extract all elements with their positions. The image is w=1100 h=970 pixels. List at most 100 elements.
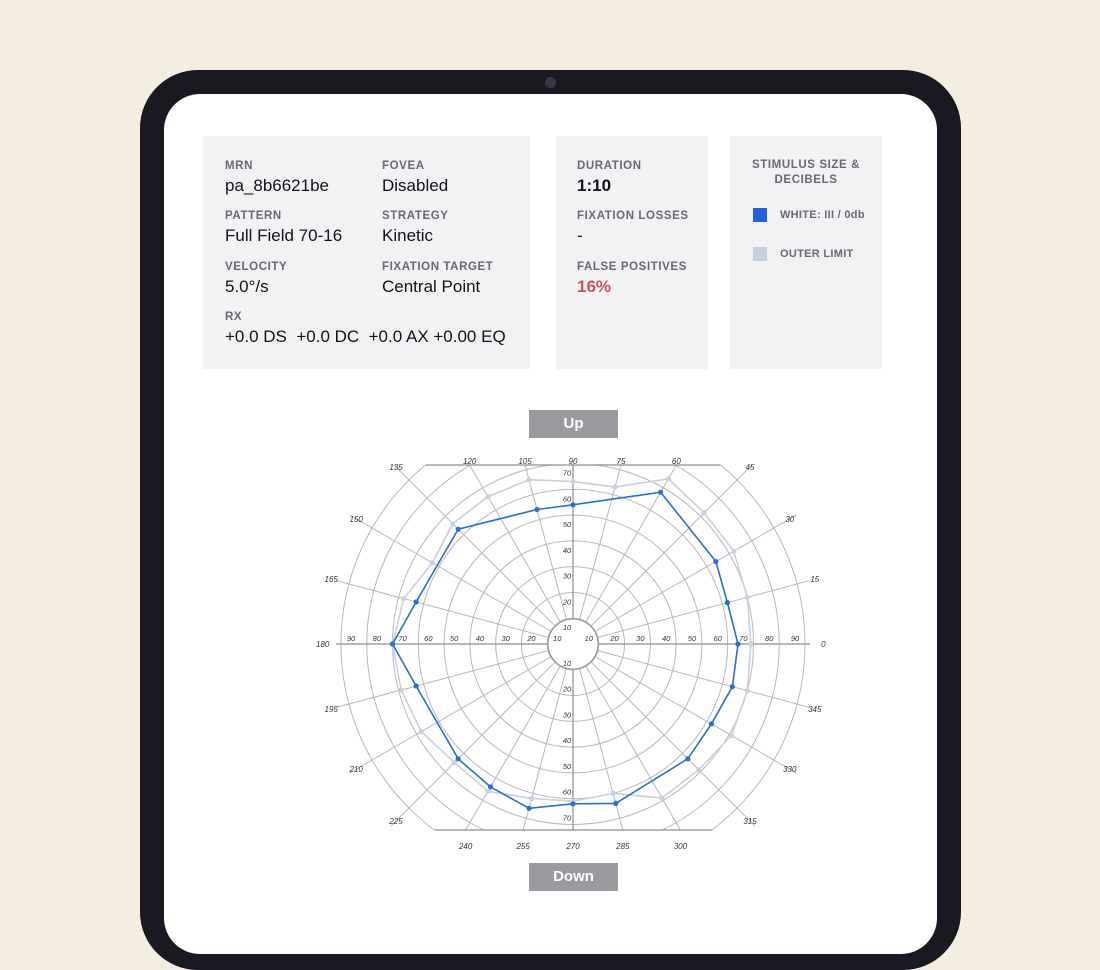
visual-field-polar-chart: 1010 2020 3030 4040 5050 6060 7070 8080 90901010… [316,457,826,851]
angle-label: 195 [325,705,339,714]
radial-tick-label: 80 [373,634,382,643]
angle-label: 105 [518,457,532,466]
radial-tick-label: 10 [553,634,562,643]
angle-label: 60 [672,457,681,466]
grid-spoke [594,514,797,632]
outer-limit-point [728,732,735,739]
white-iii-point [413,599,419,605]
outer-limit-point [612,484,618,490]
outer-limit-point [696,767,702,773]
grid-spoke [469,465,561,623]
radial-tick-label: 20 [526,634,536,643]
angle-label: 210 [349,765,364,774]
grid-spoke [349,514,552,632]
outer-limit-point [450,521,456,527]
white-iii-point [487,784,494,790]
angle-label: 120 [463,457,477,466]
angle-label: 330 [783,765,797,774]
center-circle [547,618,599,670]
radial-tick-label: 70 [563,813,572,822]
angle-label: 240 [458,842,473,851]
white-iii-point [729,684,735,690]
radial-tick-label: 70 [739,634,748,643]
outer-limit-point [744,594,750,600]
angle-label: 285 [615,842,630,851]
outer-limit-point [418,729,424,735]
radial-tick-label: 50 [563,762,572,771]
outer-limit-point [485,788,491,794]
white-iii-point [658,489,664,495]
white-iii-point [534,506,540,513]
radial-tick-label: 40 [563,736,572,745]
radial-tick-label: 20 [562,685,572,694]
radial-tick-label: 20 [562,597,572,606]
grid-spoke [585,665,681,830]
radial-tick-label: 30 [636,634,645,643]
angle-label: 75 [617,457,626,466]
white-iii-point [455,526,461,532]
outer-limit-point [398,687,404,693]
outer-limit-point [429,560,435,566]
tablet-device: MRN pa_8b6621be FOVEA Disabled PATTERN F… [140,70,961,970]
radial-tick-label: 30 [501,634,510,643]
white-iii-point [455,756,461,762]
outer-limit-point [744,688,750,694]
white-iii-point [389,641,396,647]
angle-label: 135 [389,463,403,472]
angle-label: 270 [565,842,580,851]
angle-label: 0 [821,640,826,649]
radial-tick-label: 20 [609,634,619,643]
outer-limit-point [529,795,535,801]
white-iii-point [708,721,715,727]
tablet-screen: MRN pa_8b6621be FOVEA Disabled PATTERN F… [164,94,937,954]
angle-label: 15 [810,575,819,584]
outer-limit-point [526,477,532,483]
angle-label: 225 [388,817,403,826]
outer-limit-point [401,596,407,602]
radial-tick-label: 70 [398,634,407,643]
white-iii-point [685,756,691,762]
white-iii-point [724,600,730,606]
outer-limit-point [485,494,491,500]
angle-label: 45 [746,463,755,472]
white-iii-point [713,558,719,565]
radial-tick-label: 90 [791,634,800,643]
grid-spoke [594,656,797,774]
outer-limit-point [610,790,616,796]
radial-tick-label: 30 [563,710,572,719]
angle-label: 300 [674,842,688,851]
radial-tick-label: 40 [662,634,671,643]
angle-label: 90 [569,457,578,466]
radial-tick-label: 60 [424,634,433,643]
angle-label: 255 [515,842,530,851]
radial-tick-label: 50 [563,520,572,529]
outer-limit-point [659,795,665,801]
angle-label: 150 [350,515,364,524]
white-iii-point [413,683,419,689]
radial-tick-label: 40 [476,634,485,643]
radial-tick-label: 10 [585,634,594,643]
radial-tick-label: 60 [563,494,572,503]
angle-label: 315 [743,817,757,826]
white-iii-point [570,502,576,508]
radial-tick-label: 50 [450,634,459,643]
angle-label: 345 [808,705,822,714]
angle-label: 165 [325,575,339,584]
angle-label: 30 [785,515,794,524]
radial-tick-label: 30 [563,572,572,581]
white-iii-point [613,800,619,806]
radial-tick-label: 90 [347,634,356,643]
radial-tick-label: 60 [563,788,572,797]
radial-tick-label: 40 [563,546,572,555]
camera-dot [545,77,556,88]
grid-spoke [465,665,561,830]
radial-tick-label: 10 [563,623,572,632]
white-iii-point [526,805,532,811]
outer-limit-point [748,641,754,647]
outer-limit-point [701,510,707,516]
white-iii-point [570,801,576,807]
outer-limit-point [570,479,576,485]
grid-spoke [349,656,552,774]
angle-label: 180 [316,640,330,649]
white-iii-point [735,641,741,647]
